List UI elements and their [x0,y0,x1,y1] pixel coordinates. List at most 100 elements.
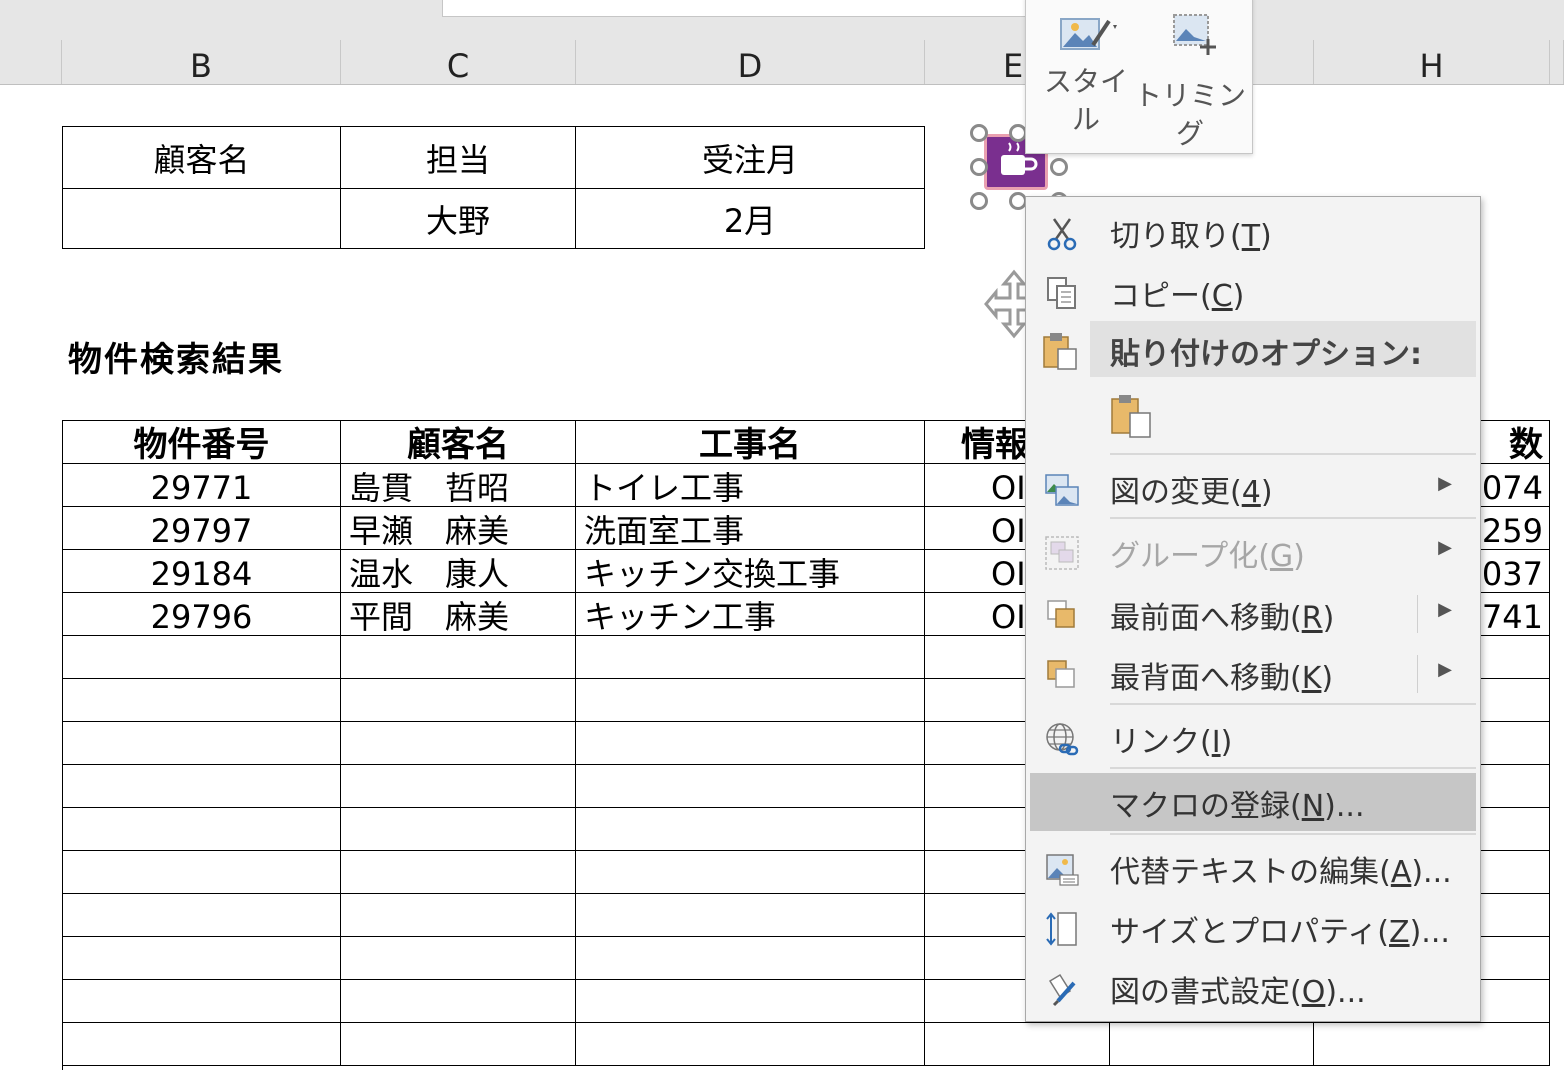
submenu-arrow-icon: ▶ [1438,537,1452,558]
table-row-3-id[interactable]: 29184 [63,550,341,593]
resize-handle-w[interactable] [970,158,988,176]
table-row-2-id[interactable]: 29797 [63,507,341,550]
table-row-empty[interactable] [63,980,341,1023]
table-row-empty[interactable] [576,894,925,937]
table-row-empty[interactable] [341,894,576,937]
table-row-empty[interactable] [63,636,341,679]
table-row-empty[interactable] [341,765,576,808]
table-row-empty[interactable] [576,765,925,808]
crop-label: トリミング [1134,79,1247,150]
group-icon [1045,536,1079,570]
menu-separator [1110,517,1476,519]
menu-separator [1110,703,1476,705]
style-button[interactable]: スタイ ル [1038,7,1134,139]
table-row-empty[interactable] [576,636,925,679]
menu-item-edit-alt-text[interactable]: 代替テキストの編集(A)... [1030,839,1476,897]
table-row-empty[interactable] [925,1023,1110,1066]
table-row-empty[interactable] [63,808,341,851]
menu-item-group[interactable]: グループ化(G) ▶ [1030,523,1476,581]
paste-icon [1111,395,1151,438]
table-row-empty[interactable] [341,636,576,679]
table-row-empty[interactable] [63,722,341,765]
table-row-2-work[interactable]: 洗面室工事 [576,507,925,550]
table-row-empty[interactable] [341,937,576,980]
menu-item-change-picture[interactable]: 図の変更(4) ▶ [1030,459,1476,517]
menu-item-link[interactable]: リンク(I) [1030,709,1476,767]
menu-item-format-picture[interactable]: 図の書式設定(O)... [1030,959,1476,1017]
results-header-work[interactable]: 工事名 [576,421,925,464]
info-header-customer[interactable]: 顧客名 [63,127,341,189]
submenu-arrow-icon[interactable]: ▶ [1438,599,1452,620]
format-picture-icon [1048,973,1076,1007]
table-row-empty[interactable] [576,980,925,1023]
menu-separator [1110,767,1476,769]
table-row-empty[interactable] [576,851,925,894]
table-row-empty[interactable] [576,808,925,851]
resize-handle-sw[interactable] [970,192,988,210]
table-row-3-customer[interactable]: 温水 康人 [341,550,576,593]
table-row-4-id[interactable]: 29796 [63,593,341,636]
picture-style-icon [1060,18,1117,50]
column-header-d[interactable]: D [576,40,925,85]
submenu-arrow-icon[interactable]: ▶ [1438,659,1452,680]
table-row-empty[interactable] [576,722,925,765]
table-row-empty[interactable] [63,1023,341,1066]
table-row-1-id[interactable]: 29771 [63,464,341,507]
table-row-empty[interactable] [1314,1023,1550,1066]
info-value-customer[interactable] [63,189,341,249]
table-row-empty[interactable] [341,980,576,1023]
table-row-empty[interactable] [63,765,341,808]
table-row-4-work[interactable]: キッチン工事 [576,593,925,636]
link-globe-icon [1046,723,1079,756]
menu-item-copy[interactable]: コピー(C) [1030,263,1476,321]
menu-item-assign-macro[interactable]: マクロの登録(N)... [1030,773,1476,831]
copy-icon [1047,277,1076,309]
resize-handle-nw[interactable] [970,124,988,142]
column-header-i[interactable] [1550,40,1564,84]
table-row-empty[interactable] [63,937,341,980]
paste-picture-button[interactable] [1110,393,1154,439]
menu-item-size-properties[interactable]: サイズとプロパティ(Z)... [1030,899,1476,957]
menu-item-bring-to-front[interactable]: 最前面へ移動(R) ▶ [1030,585,1476,643]
column-header-h[interactable]: H [1314,40,1550,85]
split-divider [1417,655,1418,693]
table-row-2-customer[interactable]: 早瀬 麻美 [341,507,576,550]
table-row-empty[interactable] [576,1023,925,1066]
table-row-empty[interactable] [341,679,576,722]
table-row-empty[interactable] [63,851,341,894]
style-label-line2: ル [1071,103,1100,136]
scissors-icon [1047,218,1077,251]
formula-bar[interactable] [442,0,1043,17]
alt-text-icon [1046,854,1079,886]
table-row-3-work[interactable]: キッチン交換工事 [576,550,925,593]
split-divider [1417,595,1418,633]
info-value-rep[interactable]: 大野 [341,189,576,249]
column-header-a[interactable] [0,40,62,84]
column-header-b[interactable]: B [62,40,341,85]
info-header-month[interactable]: 受注月 [576,127,925,189]
results-header-customer[interactable]: 顧客名 [341,421,576,464]
table-row-empty[interactable] [341,722,576,765]
table-row-empty[interactable] [63,679,341,722]
table-row-4-customer[interactable]: 平間 麻美 [341,593,576,636]
menu-item-send-to-back[interactable]: 最背面へ移動(K) ▶ [1030,645,1476,703]
table-row-empty[interactable] [63,894,341,937]
table-row-1-customer[interactable]: 島貫 哲昭 [341,464,576,507]
table-row-empty[interactable] [576,679,925,722]
menu-item-cut[interactable]: 切り取り(T) [1030,203,1476,261]
resize-handle-e[interactable] [1050,158,1068,176]
table-row-empty[interactable] [1110,1023,1314,1066]
column-header-c[interactable]: C [341,40,576,85]
info-value-month[interactable]: 2月 [576,189,925,249]
results-header-id[interactable]: 物件番号 [63,421,341,464]
info-header-rep[interactable]: 担当 [341,127,576,189]
mini-toolbar: スタイ ル トリミング [1025,0,1253,154]
table-row-empty[interactable] [341,851,576,894]
table-row-1-work[interactable]: トイレ工事 [576,464,925,507]
section-title: 物件検索結果 [68,340,284,380]
crop-button[interactable]: トリミング [1134,7,1246,153]
table-row-empty[interactable] [576,937,925,980]
size-properties-icon [1046,912,1077,946]
table-row-empty[interactable] [341,808,576,851]
table-row-empty[interactable] [341,1023,576,1066]
